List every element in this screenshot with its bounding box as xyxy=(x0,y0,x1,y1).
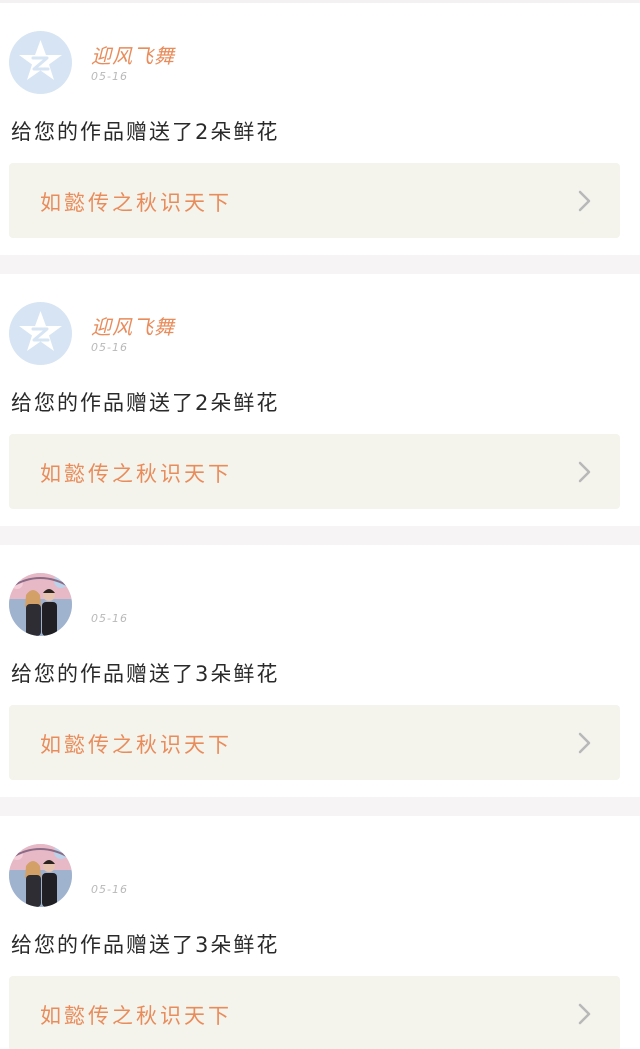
work-link[interactable]: 如懿传之秋识天下 xyxy=(9,705,620,780)
avatar[interactable] xyxy=(9,302,72,365)
notification-card: 05-16 给您的作品赠送了3朵鲜花 如懿传之秋识天下 xyxy=(0,545,640,797)
notification-message: 给您的作品赠送了2朵鲜花 xyxy=(11,391,280,415)
work-link[interactable]: 如懿传之秋识天下 xyxy=(9,434,620,509)
notification-message: 给您的作品赠送了2朵鲜花 xyxy=(11,120,280,144)
timestamp: 05-16 xyxy=(91,341,128,354)
timestamp: 05-16 xyxy=(91,70,128,83)
timestamp: 05-16 xyxy=(91,612,128,625)
work-title: 如懿传之秋识天下 xyxy=(40,462,232,486)
notification-card: 迎风飞舞 05-16 给您的作品赠送了2朵鲜花 如懿传之秋识天下 xyxy=(0,274,640,526)
qzone-star-avatar-icon xyxy=(9,31,72,94)
chevron-right-icon xyxy=(578,732,591,754)
chevron-right-icon xyxy=(578,1003,591,1025)
chevron-right-icon xyxy=(578,461,591,483)
username[interactable]: 迎风飞舞 xyxy=(91,40,175,69)
notification-message: 给您的作品赠送了3朵鲜花 xyxy=(11,662,280,686)
avatar[interactable] xyxy=(9,844,72,907)
timestamp: 05-16 xyxy=(91,883,128,896)
chevron-right-icon xyxy=(578,190,591,212)
work-link[interactable]: 如懿传之秋识天下 xyxy=(9,976,620,1049)
notification-message: 给您的作品赠送了3朵鲜花 xyxy=(11,933,280,957)
avatar[interactable] xyxy=(9,31,72,94)
notification-card: 05-16 给您的作品赠送了3朵鲜花 如懿传之秋识天下 xyxy=(0,816,640,1049)
qzone-star-avatar-icon xyxy=(9,302,72,365)
avatar[interactable] xyxy=(9,573,72,636)
username[interactable]: 迎风飞舞 xyxy=(91,311,175,340)
couple-photo-avatar-icon xyxy=(9,844,72,907)
work-title: 如懿传之秋识天下 xyxy=(40,1004,232,1028)
couple-photo-avatar-icon xyxy=(9,573,72,636)
work-link[interactable]: 如懿传之秋识天下 xyxy=(9,163,620,238)
work-title: 如懿传之秋识天下 xyxy=(40,191,232,215)
work-title: 如懿传之秋识天下 xyxy=(40,733,232,757)
notification-card: 迎风飞舞 05-16 给您的作品赠送了2朵鲜花 如懿传之秋识天下 xyxy=(0,3,640,255)
